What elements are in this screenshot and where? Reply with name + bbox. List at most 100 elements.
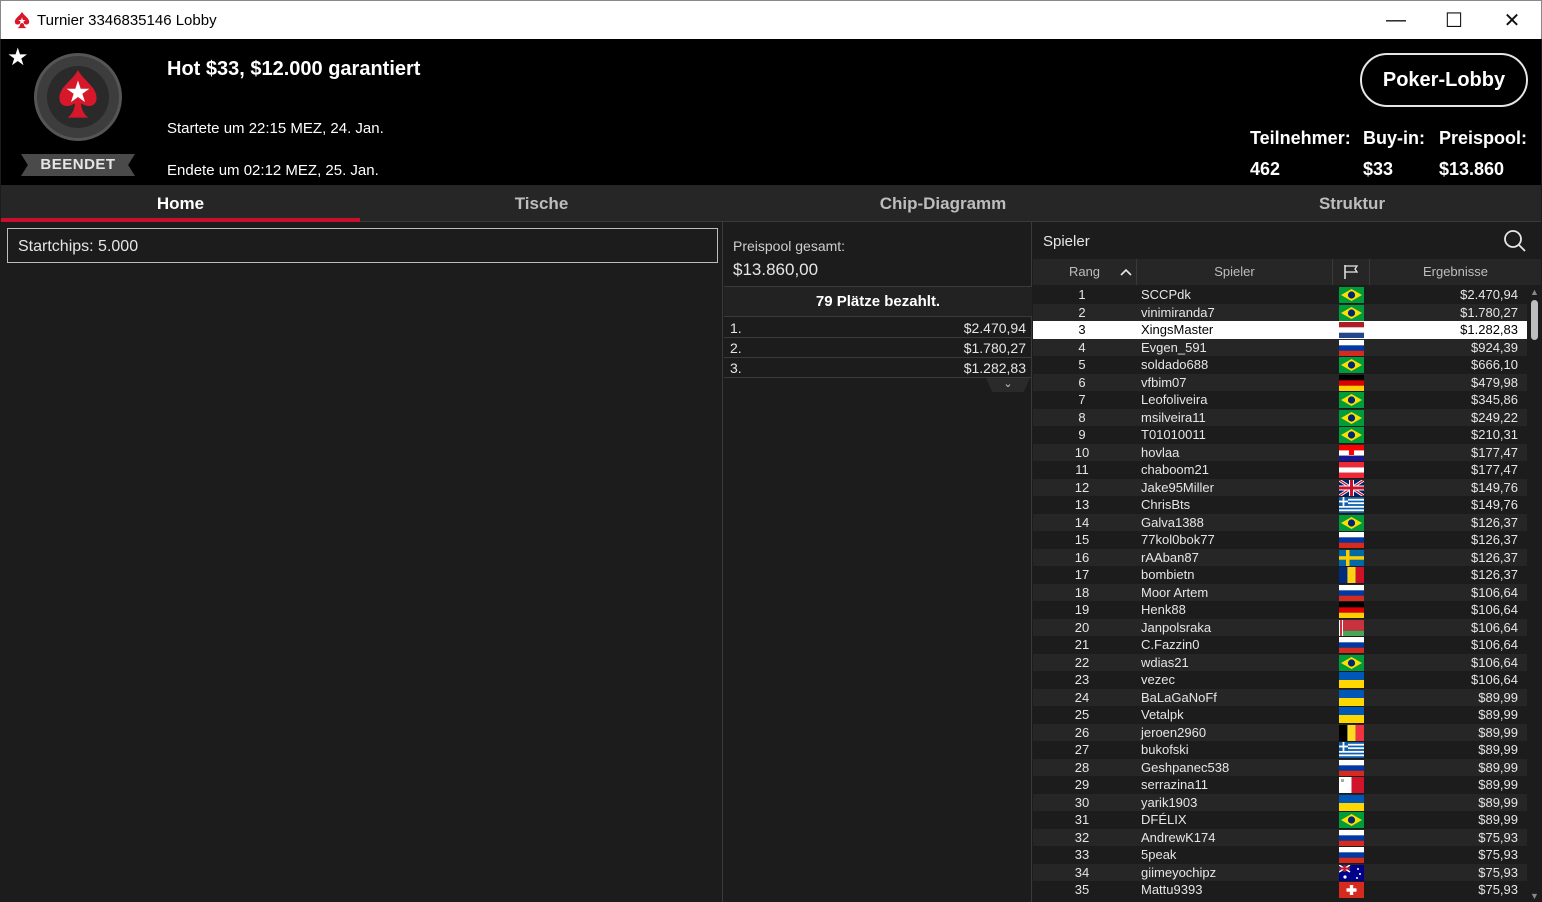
scroll-up-icon[interactable]: ▲	[1528, 286, 1541, 298]
player-row[interactable]: 21 C.Fazzin0 $106,64	[1033, 636, 1527, 654]
search-icon[interactable]	[1503, 229, 1527, 253]
player-search[interactable]: Spieler	[1033, 222, 1541, 258]
player-row[interactable]: 24 BaLaGaNoFf $89,99	[1033, 688, 1527, 706]
payout-position: 2.	[730, 340, 742, 356]
player-row[interactable]: 29 serrazina11 $89,99	[1033, 776, 1527, 794]
player-row[interactable]: 9 T01010011 $210,31	[1033, 426, 1527, 444]
scroll-down-icon[interactable]: ▼	[1528, 890, 1541, 902]
player-row[interactable]: 30 yarik1903 $89,99	[1033, 793, 1527, 811]
column-player[interactable]: Spieler	[1137, 259, 1333, 285]
player-rank: 33	[1074, 847, 1090, 862]
player-result: $126,37	[1471, 549, 1518, 565]
startchips-label: Startchips:	[18, 238, 94, 255]
player-result: $479,98	[1471, 374, 1518, 390]
country-flag-icon	[1339, 812, 1364, 828]
player-row[interactable]: 4 Evgen_591 $924,39	[1033, 338, 1527, 356]
country-flag-icon	[1339, 567, 1364, 583]
player-row[interactable]: 11 chaboom21 $177,47	[1033, 461, 1527, 479]
player-row[interactable]: 2 vinimiranda7 $1.780,27	[1033, 303, 1527, 321]
player-rank: 11	[1075, 462, 1089, 477]
player-row[interactable]: 22 wdias21 $106,64	[1033, 653, 1527, 671]
country-flag-icon	[1339, 427, 1364, 443]
country-flag-icon	[1339, 584, 1364, 601]
player-rank: 34	[1074, 864, 1090, 880]
player-result: $177,47	[1471, 462, 1518, 477]
player-row[interactable]: 14 Galva1388 $126,37	[1033, 513, 1527, 531]
player-row[interactable]: 5 soldado688 $666,10	[1033, 356, 1527, 374]
player-row[interactable]: 16 rAAban87 $126,37	[1033, 548, 1527, 566]
player-result: $106,64	[1471, 602, 1518, 617]
start-time: Startete um 22:15 MEZ, 24. Jan.	[167, 120, 384, 137]
player-row[interactable]: 28 Geshpanec538 $89,99	[1033, 758, 1527, 776]
country-flag-icon	[1339, 514, 1364, 531]
tab-chip-diagramm[interactable]: Chip-Diagramm	[723, 185, 1163, 222]
close-button[interactable]: ✕	[1483, 1, 1541, 40]
player-row[interactable]: 19 Henk88 $106,64	[1033, 601, 1527, 619]
window-titlebar: Turnier 3346835146 Lobby — ☐ ✕	[0, 0, 1542, 39]
player-rank: 13	[1074, 497, 1090, 512]
column-rank[interactable]: Rang	[1033, 259, 1137, 285]
expand-payouts-chevron-icon[interactable]: ⌄	[986, 378, 1030, 392]
player-name: bombietn	[1141, 567, 1195, 582]
player-result: $89,99	[1478, 777, 1518, 792]
player-row[interactable]: 8 msilveira11 $249,22	[1033, 408, 1527, 426]
player-name: DFÉLIX	[1141, 812, 1187, 827]
poker-lobby-button[interactable]: Poker-Lobby	[1360, 53, 1528, 107]
player-row[interactable]: 17 bombietn $126,37	[1033, 566, 1527, 584]
scrollbar[interactable]: ▲ ▼	[1528, 286, 1541, 902]
player-result: $89,99	[1478, 759, 1518, 775]
player-row[interactable]: 13 ChrisBts $149,76	[1033, 496, 1527, 514]
column-country[interactable]	[1333, 259, 1370, 285]
player-row[interactable]: 20 Janpolsraka $106,64	[1033, 618, 1527, 636]
player-name: hovlaa	[1141, 444, 1180, 460]
player-rank: 32	[1074, 829, 1090, 845]
minimize-button[interactable]: —	[1367, 1, 1425, 40]
player-row[interactable]: 6 vfbim07 $479,98	[1033, 373, 1527, 391]
player-rank: 27	[1074, 742, 1090, 757]
buyin-value: $33	[1363, 159, 1394, 179]
player-result: $249,22	[1471, 409, 1518, 425]
player-rank: 1	[1078, 287, 1086, 302]
star-icon[interactable]: ★	[7, 43, 29, 72]
prizepool-total-value: $13.860,00	[733, 260, 819, 279]
player-row[interactable]: 12 Jake95Miller $149,76	[1033, 478, 1527, 496]
tab-tische[interactable]: Tische	[360, 185, 723, 222]
player-row[interactable]: 35 Mattu9393 $75,93	[1033, 881, 1527, 899]
prizepool-total-label: Preispool gesamt:	[733, 238, 846, 254]
player-row[interactable]: 1 SCCPdk $2.470,94	[1033, 286, 1527, 304]
country-flag-icon	[1339, 357, 1364, 373]
player-result: $210,31	[1471, 427, 1518, 442]
player-row[interactable]: 23 vezec $106,64	[1033, 671, 1527, 689]
player-row[interactable]: 34 giimeyochipz $75,93	[1033, 863, 1527, 881]
country-flag-icon	[1339, 392, 1364, 408]
country-flag-icon	[1339, 304, 1364, 321]
player-row[interactable]: 10 hovlaa $177,47	[1033, 443, 1527, 461]
player-row[interactable]: 18 Moor Artem $106,64	[1033, 583, 1527, 601]
player-row[interactable]: 3 XingsMaster $1.282,83	[1033, 321, 1527, 339]
player-row[interactable]: 27 bukofski $89,99	[1033, 741, 1527, 759]
player-row[interactable]: 33 5peak $75,93	[1033, 846, 1527, 864]
player-name: C.Fazzin0	[1141, 637, 1200, 652]
tab-struktur[interactable]: Struktur	[1163, 185, 1541, 222]
tab-home[interactable]: Home	[1, 185, 360, 222]
maximize-button[interactable]: ☐	[1425, 1, 1483, 40]
player-row[interactable]: 32 AndrewK174 $75,93	[1033, 828, 1527, 846]
tournament-header: ★ BEENDET Hot $33, $12.000 garantiert St…	[1, 39, 1541, 185]
column-result[interactable]: Ergebnisse	[1370, 259, 1541, 285]
player-name: Henk88	[1141, 602, 1186, 617]
player-row[interactable]: 25 Vetalpk $89,99	[1033, 706, 1527, 724]
player-rank: 19	[1074, 602, 1090, 617]
scroll-thumb[interactable]	[1531, 300, 1538, 340]
player-row[interactable]: 26 jeroen2960 $89,99	[1033, 723, 1527, 741]
tournament-name: Hot $33, $12.000 garantiert	[167, 58, 421, 80]
player-row[interactable]: 7 Leofoliveira $345,86	[1033, 391, 1527, 409]
country-flag-icon	[1339, 339, 1364, 356]
player-name: msilveira11	[1141, 409, 1206, 425]
player-row[interactable]: 31 DFÉLIX $89,99	[1033, 811, 1527, 829]
player-rank: 6	[1078, 374, 1086, 390]
player-row[interactable]: 15 77kol0bok77 $126,37	[1033, 531, 1527, 549]
player-rank: 23	[1074, 672, 1090, 687]
player-name: Geshpanec538	[1141, 759, 1230, 775]
country-flag-icon	[1339, 549, 1364, 566]
player-rank: 21	[1074, 637, 1090, 652]
